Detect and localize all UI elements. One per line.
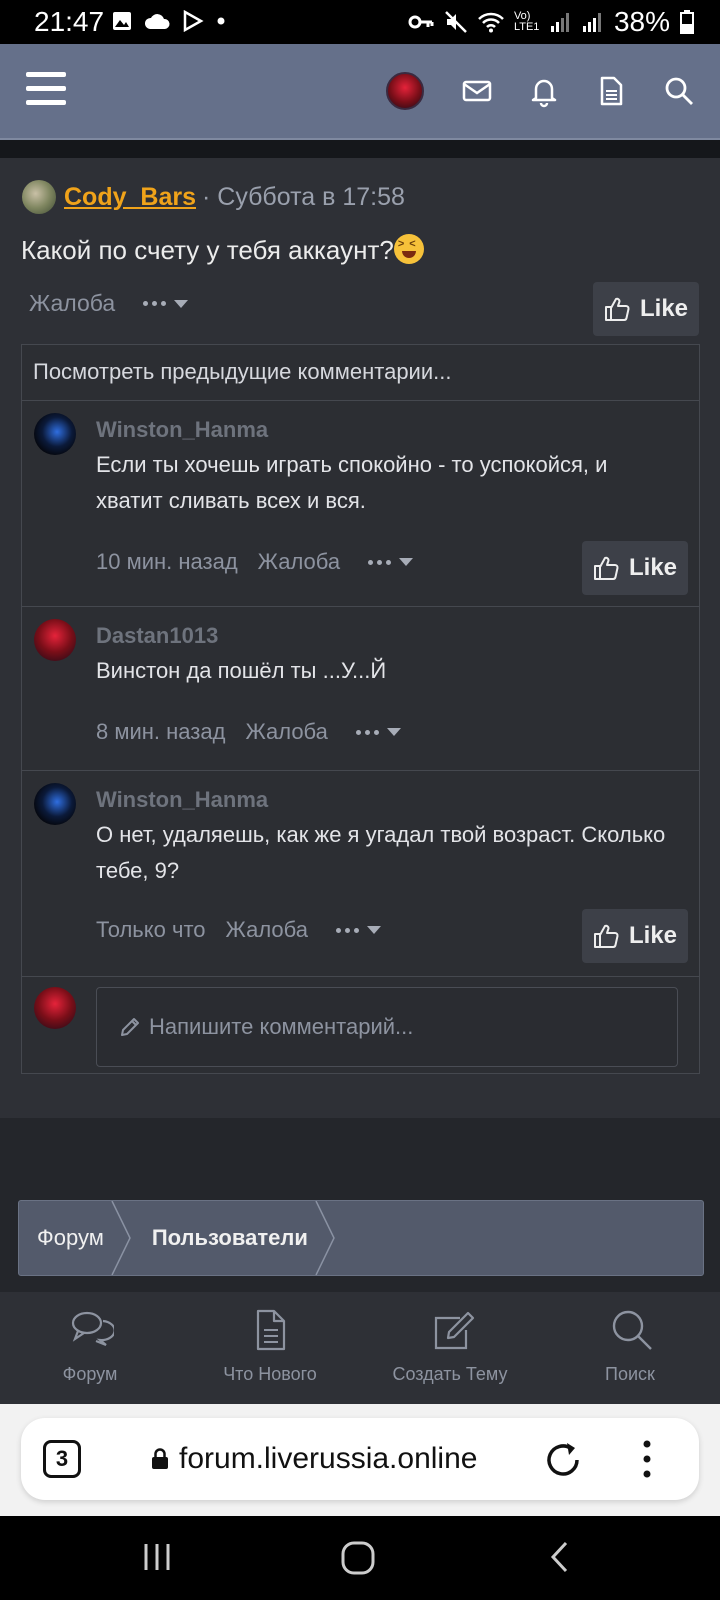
- dot-icon: [217, 17, 225, 25]
- tab-whats-new[interactable]: Что Нового: [180, 1292, 360, 1404]
- more-vert-icon[interactable]: [641, 1438, 653, 1480]
- more-actions-dropdown[interactable]: [368, 558, 414, 566]
- mail-icon[interactable]: [460, 74, 494, 108]
- comment-item: Winston_Hanma О нет, удаляешь, как же я …: [22, 771, 699, 977]
- report-link[interactable]: Жалоба: [258, 549, 340, 575]
- write-comment-row: Напишите комментарий...: [22, 977, 699, 1073]
- view-previous-comments[interactable]: Посмотреть предыдущие комментарии...: [22, 345, 699, 401]
- comment-text: Винстон да пошёл ты ...У...Й: [96, 658, 387, 683]
- post-time: · Суббота в 17:58: [202, 182, 405, 211]
- like-button[interactable]: Like: [582, 909, 688, 963]
- breadcrumb: Форум Пользователи: [18, 1200, 704, 1276]
- breadcrumb-users[interactable]: Пользователи: [134, 1201, 338, 1275]
- lock-icon: [152, 1448, 168, 1469]
- post-author[interactable]: Cody_Bars: [64, 183, 196, 212]
- comment-input[interactable]: Напишите комментарий...: [96, 987, 678, 1067]
- home-icon[interactable]: [340, 1540, 376, 1576]
- current-user-avatar[interactable]: [34, 987, 76, 1029]
- more-actions-dropdown[interactable]: [355, 728, 401, 736]
- more-actions-dropdown[interactable]: [335, 926, 381, 934]
- bottom-tab-bar: Форум Что Нового Создать Тему Поиск: [0, 1292, 720, 1404]
- report-link[interactable]: Жалоба: [245, 719, 327, 745]
- image-icon: [113, 12, 131, 30]
- profile-post: Cody_Bars · Суббота в 17:58 Какой по сче…: [0, 158, 720, 1118]
- breadcrumb-forum[interactable]: Форум: [19, 1201, 134, 1275]
- menu-icon[interactable]: [26, 72, 66, 106]
- tab-switcher-button[interactable]: 3: [43, 1440, 81, 1478]
- url-field[interactable]: forum.liverussia.online: [151, 1442, 477, 1476]
- document-icon[interactable]: [594, 74, 628, 108]
- comment-avatar[interactable]: [34, 783, 76, 825]
- thumbs-up-icon: [593, 924, 619, 948]
- network-label: Vo) LTE1: [513, 10, 540, 33]
- top-navigation: [0, 44, 720, 140]
- cloud-icon: [144, 14, 170, 29]
- mute-icon: [445, 11, 467, 33]
- comment-text: О нет, удаляешь, как же я угадал твой во…: [96, 822, 666, 883]
- report-link[interactable]: Жалоба: [29, 290, 115, 317]
- back-icon[interactable]: [546, 1540, 576, 1574]
- post-text: Какой по счету у тебя аккаунт?: [21, 234, 424, 266]
- system-navigation-bar: [0, 1516, 720, 1600]
- thumbs-up-icon: [604, 297, 630, 321]
- comments-icon: [71, 1311, 114, 1347]
- battery-icon: [680, 10, 694, 34]
- comment-avatar[interactable]: [34, 413, 76, 455]
- user-avatar[interactable]: [386, 72, 424, 110]
- comment-author[interactable]: Winston_Hanma: [96, 417, 268, 443]
- reload-icon[interactable]: [543, 1440, 583, 1480]
- browser-toolbar: 3 forum.liverussia.online: [0, 1404, 720, 1516]
- report-link[interactable]: Жалоба: [226, 917, 308, 943]
- comments-box: Посмотреть предыдущие комментарии... Win…: [21, 344, 700, 1074]
- edit-icon: [434, 1311, 475, 1350]
- comment-text: Если ты хочешь играть спокойно - то успо…: [96, 452, 608, 513]
- battery-percent: 38%: [613, 6, 670, 37]
- divider: [0, 140, 720, 158]
- comment-item: Winston_Hanma Если ты хочешь играть спок…: [22, 401, 699, 607]
- search-icon: [612, 1310, 652, 1350]
- tab-search[interactable]: Поиск: [540, 1292, 720, 1404]
- search-icon[interactable]: [662, 74, 696, 108]
- comment-author[interactable]: Winston_Hanma: [96, 787, 268, 813]
- bell-icon[interactable]: [527, 74, 561, 108]
- signal-icon: [550, 13, 569, 32]
- pencil-icon: [121, 1018, 139, 1036]
- like-button[interactable]: Like: [593, 282, 699, 336]
- tab-create-thread[interactable]: Создать Тему: [360, 1292, 540, 1404]
- laughing-emoji-icon: [393, 234, 424, 264]
- address-bar: 3 forum.liverussia.online: [21, 1418, 699, 1500]
- like-button[interactable]: Like: [582, 541, 688, 595]
- comment-avatar[interactable]: [34, 619, 76, 661]
- play-store-icon: [183, 10, 204, 32]
- signal-icon-2: [582, 13, 601, 32]
- comment-author[interactable]: Dastan1013: [96, 623, 218, 649]
- key-icon: [408, 15, 434, 29]
- recent-apps-icon[interactable]: [140, 1540, 174, 1574]
- comment-time[interactable]: 8 мин. назад: [96, 719, 225, 745]
- comment-item: Dastan1013 Винстон да пошёл ты ...У...Й …: [22, 607, 699, 771]
- wifi-icon: [478, 12, 504, 33]
- status-time: 21:47: [34, 6, 105, 37]
- tab-forum[interactable]: Форум: [0, 1292, 180, 1404]
- comment-time[interactable]: 10 мин. назад: [96, 549, 238, 575]
- document-icon: [256, 1309, 286, 1351]
- thumbs-up-icon: [593, 556, 619, 580]
- comment-time[interactable]: Только что: [96, 917, 206, 943]
- author-avatar[interactable]: [22, 180, 56, 214]
- more-actions-dropdown[interactable]: [143, 299, 189, 308]
- status-bar: 21:47 Vo) LTE1 38%: [0, 0, 720, 44]
